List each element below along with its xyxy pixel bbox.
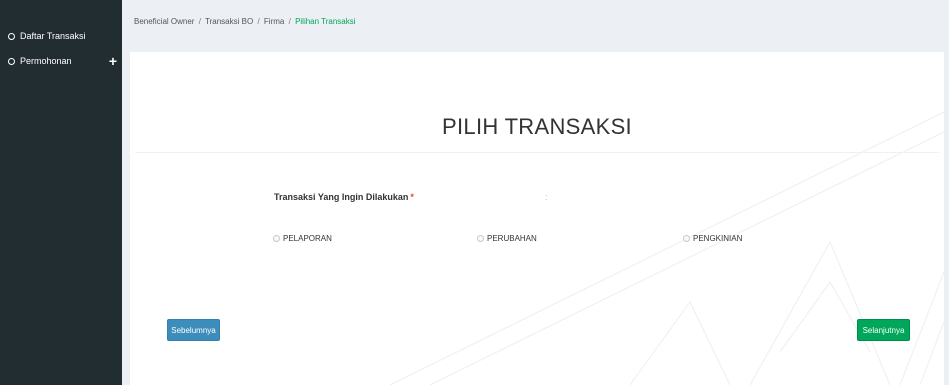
transaction-field-label: Transaksi Yang Ingin Dilakukan *: [274, 192, 414, 202]
radio-label: PELAPORAN: [283, 234, 332, 243]
main-content: Beneficial Owner / Transaksi BO / Firma …: [122, 0, 949, 385]
watermark-graphic: [389, 111, 944, 385]
radio-circle[interactable]: [273, 235, 280, 242]
breadcrumb-item-firma[interactable]: Firma: [264, 17, 284, 26]
transaction-card: PILIH TRANSAKSI Transaksi Yang Ingin Dil…: [130, 52, 944, 385]
circle-icon: [8, 57, 15, 65]
sidebar-item-label: Daftar Transaksi: [20, 31, 86, 41]
radio-label: PENGKINIAN: [693, 234, 743, 243]
radio-circle[interactable]: [477, 235, 484, 242]
radio-pengkinian[interactable]: PENGKINIAN: [683, 234, 742, 243]
radio-perubahan[interactable]: PERUBAHAN: [477, 234, 537, 243]
breadcrumb: Beneficial Owner / Transaksi BO / Firma …: [134, 17, 356, 26]
sidebar: Daftar Transaksi Permohonan +: [0, 0, 122, 385]
next-button[interactable]: Selanjutnya: [857, 319, 910, 341]
breadcrumb-item-pilihan-transaksi: Pilihan Transaksi: [295, 17, 356, 26]
radio-label: PERUBAHAN: [487, 234, 537, 243]
radio-pelaporan[interactable]: PELAPORAN: [273, 234, 332, 243]
sidebar-item-permohonan[interactable]: Permohonan +: [0, 50, 122, 72]
page-title: PILIH TRANSAKSI: [442, 114, 632, 139]
field-colon: :: [545, 192, 548, 202]
required-mark: *: [410, 192, 414, 202]
breadcrumb-item-transaksi-bo[interactable]: Transaksi BO: [205, 17, 253, 26]
breadcrumb-item-beneficial-owner[interactable]: Beneficial Owner: [134, 17, 194, 26]
plus-icon[interactable]: +: [109, 52, 117, 70]
breadcrumb-separator: /: [288, 17, 291, 26]
radio-circle[interactable]: [683, 235, 690, 242]
circle-icon: [8, 32, 15, 40]
divider: [135, 152, 939, 153]
breadcrumb-separator: /: [257, 17, 260, 26]
sidebar-item-label: Permohonan: [20, 56, 72, 66]
sidebar-item-daftar-transaksi[interactable]: Daftar Transaksi: [0, 25, 122, 47]
field-label-text: Transaksi Yang Ingin Dilakukan: [274, 192, 409, 202]
previous-button[interactable]: Sebelumnya: [167, 319, 220, 341]
breadcrumb-separator: /: [198, 17, 201, 26]
